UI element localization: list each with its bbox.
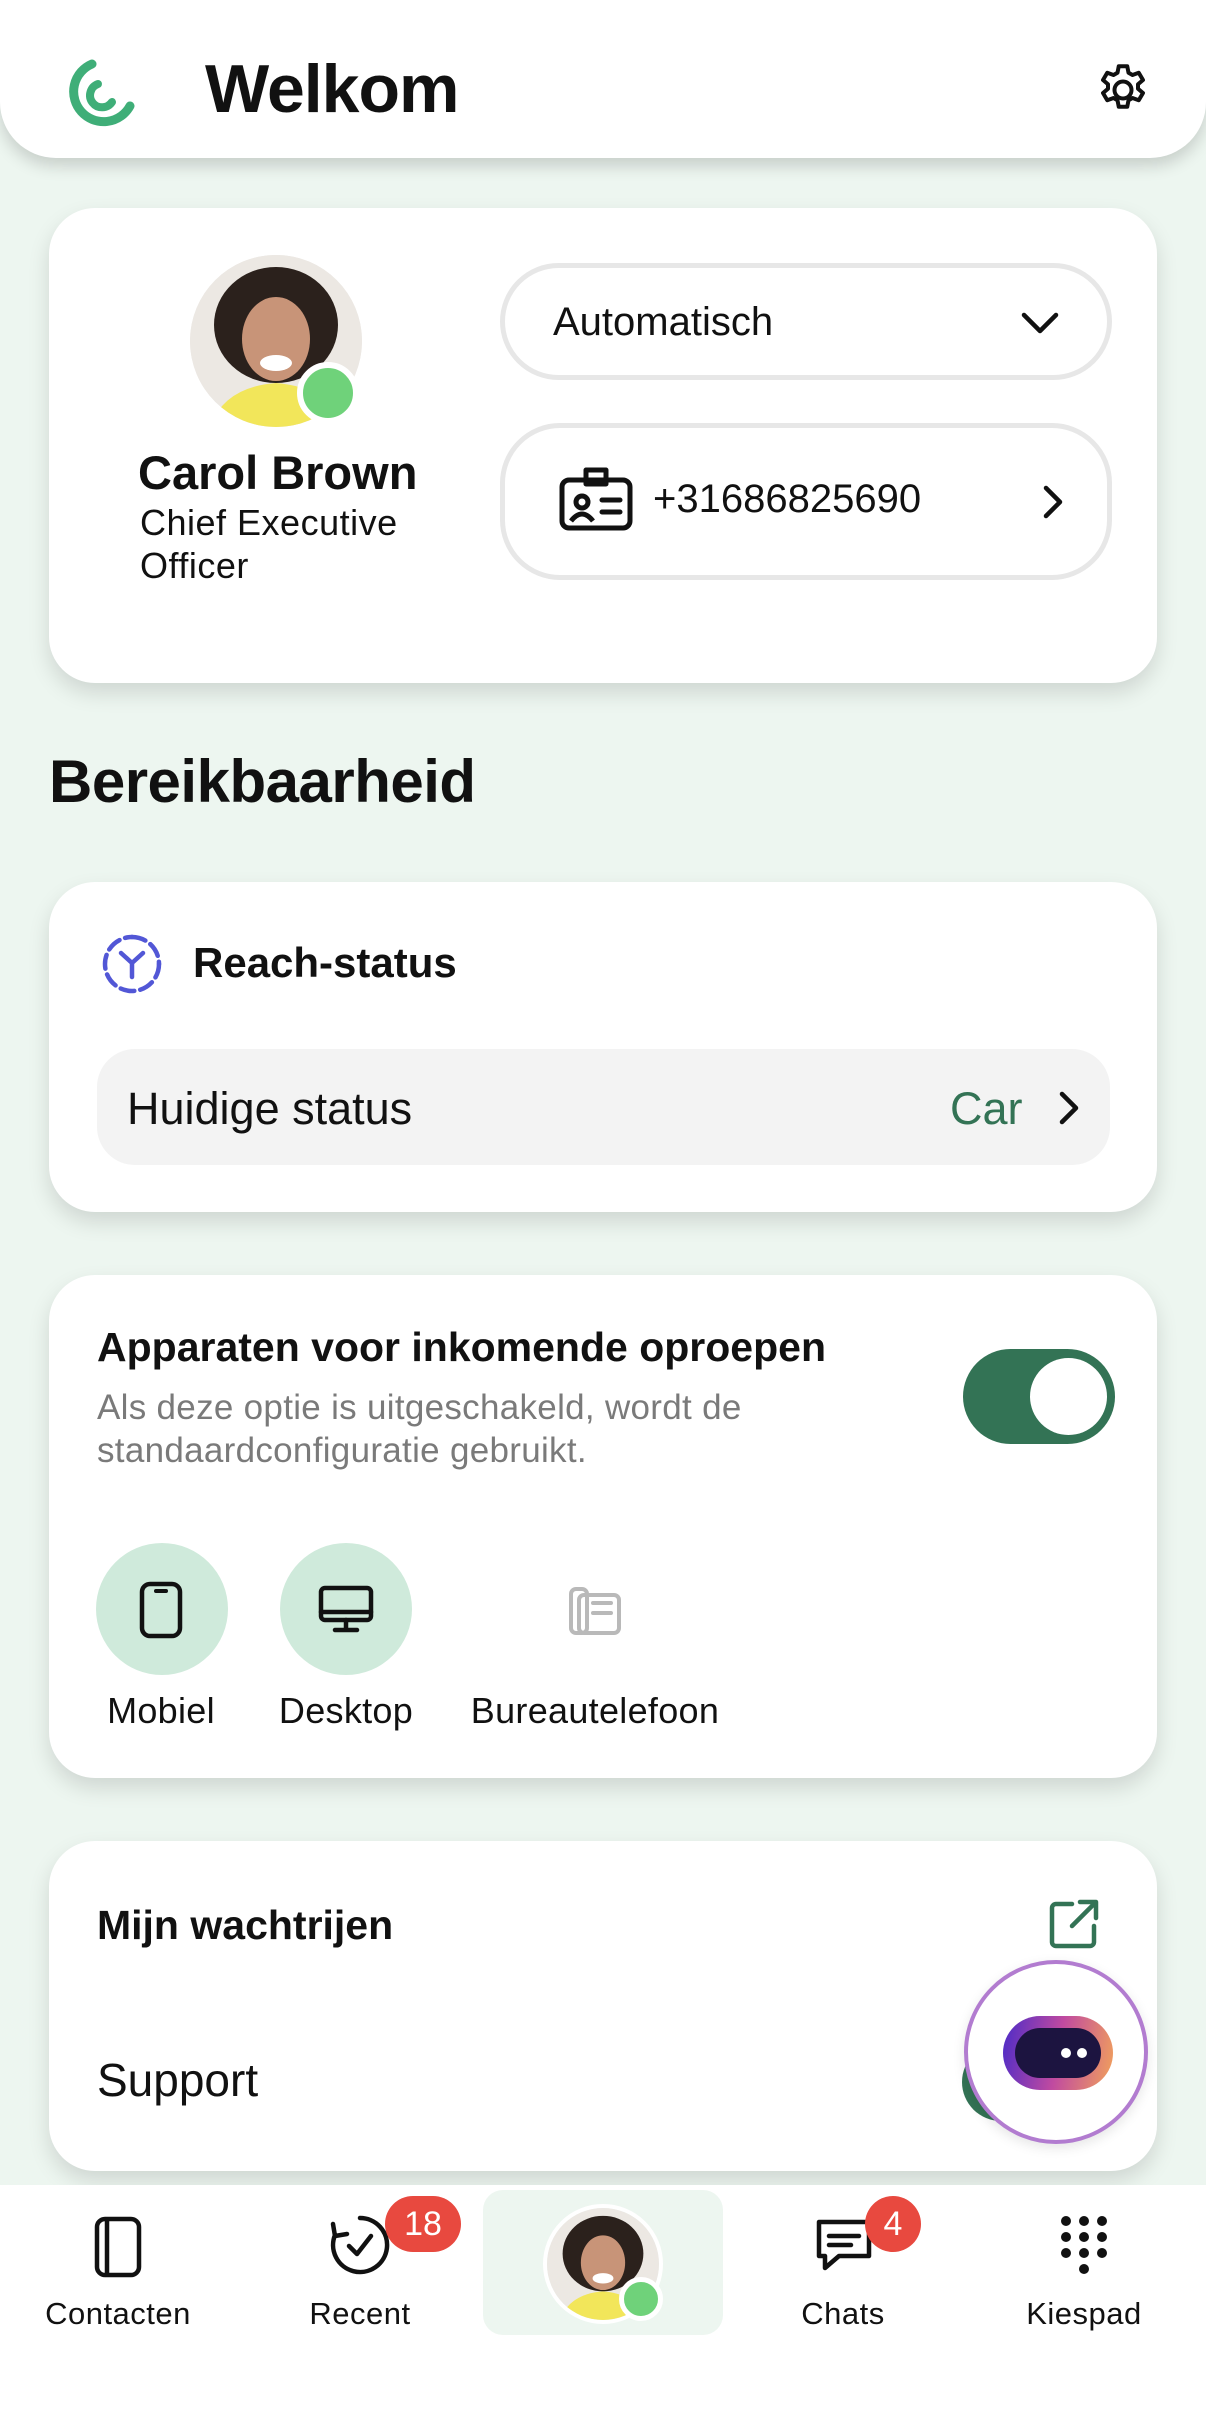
gear-icon[interactable] — [1093, 60, 1153, 120]
mobile-phone-icon — [138, 1580, 184, 1640]
profile-name: Carol Brown — [138, 446, 418, 499]
profile-job-title: Chief Executive Officer — [140, 502, 398, 586]
devices-toggle[interactable] — [963, 1349, 1115, 1444]
nav-chats-label: Chats — [801, 2296, 885, 2331]
assistant-bot-button[interactable] — [964, 1960, 1148, 2144]
queues-heading: Mijn wachtrijen — [97, 1902, 394, 1948]
avatar[interactable] — [190, 255, 362, 427]
recent-calls-icon — [327, 2212, 393, 2278]
chats-badge: 4 — [865, 2196, 921, 2252]
reach-status-heading: Reach-status — [193, 939, 457, 986]
devices-heading: Apparaten voor inkomende oproepen — [97, 1324, 826, 1370]
keypad-icon — [1058, 2213, 1110, 2275]
app-logo-icon — [62, 56, 138, 132]
caller-id-value: +31686825690 — [653, 477, 922, 521]
device-desktop-label: Desktop — [278, 1690, 414, 1731]
current-status-value: Car — [950, 1083, 1023, 1134]
current-status-label: Huidige status — [127, 1083, 413, 1134]
chevron-down-icon — [1018, 303, 1062, 343]
recent-badge: 18 — [385, 2196, 461, 2252]
id-card-icon — [558, 466, 634, 534]
desktop-icon — [317, 1584, 375, 1634]
page-title: Welkom — [205, 51, 459, 127]
device-deskphone-label: Bureautelefoon — [470, 1690, 720, 1731]
nav-presence-indicator — [619, 2277, 663, 2321]
section-title-reachability: Bereikbaarheid — [49, 748, 476, 815]
contacts-icon — [93, 2215, 143, 2279]
external-link-icon[interactable] — [1046, 1896, 1102, 1952]
nav-keypad-label: Kiespad — [1026, 2296, 1142, 2331]
presence-indicator — [297, 362, 359, 424]
devices-description: Als deze optie is uitgeschakeld, wordt d… — [97, 1388, 742, 1470]
assistant-bot-icon — [1003, 2016, 1113, 2090]
mode-select-value: Automatisch — [553, 300, 774, 344]
chevron-right-icon — [1054, 1087, 1084, 1129]
reach-status-icon — [101, 933, 163, 995]
device-mobile-label: Mobiel — [107, 1690, 215, 1731]
nav-contacts-label: Contacten — [45, 2296, 191, 2331]
queue-item-label: Support — [97, 2054, 259, 2106]
nav-recent-label: Recent — [309, 2296, 411, 2331]
desk-phone-icon[interactable] — [565, 1581, 625, 1639]
chevron-right-icon — [1038, 480, 1068, 524]
app-header — [0, 0, 1206, 158]
